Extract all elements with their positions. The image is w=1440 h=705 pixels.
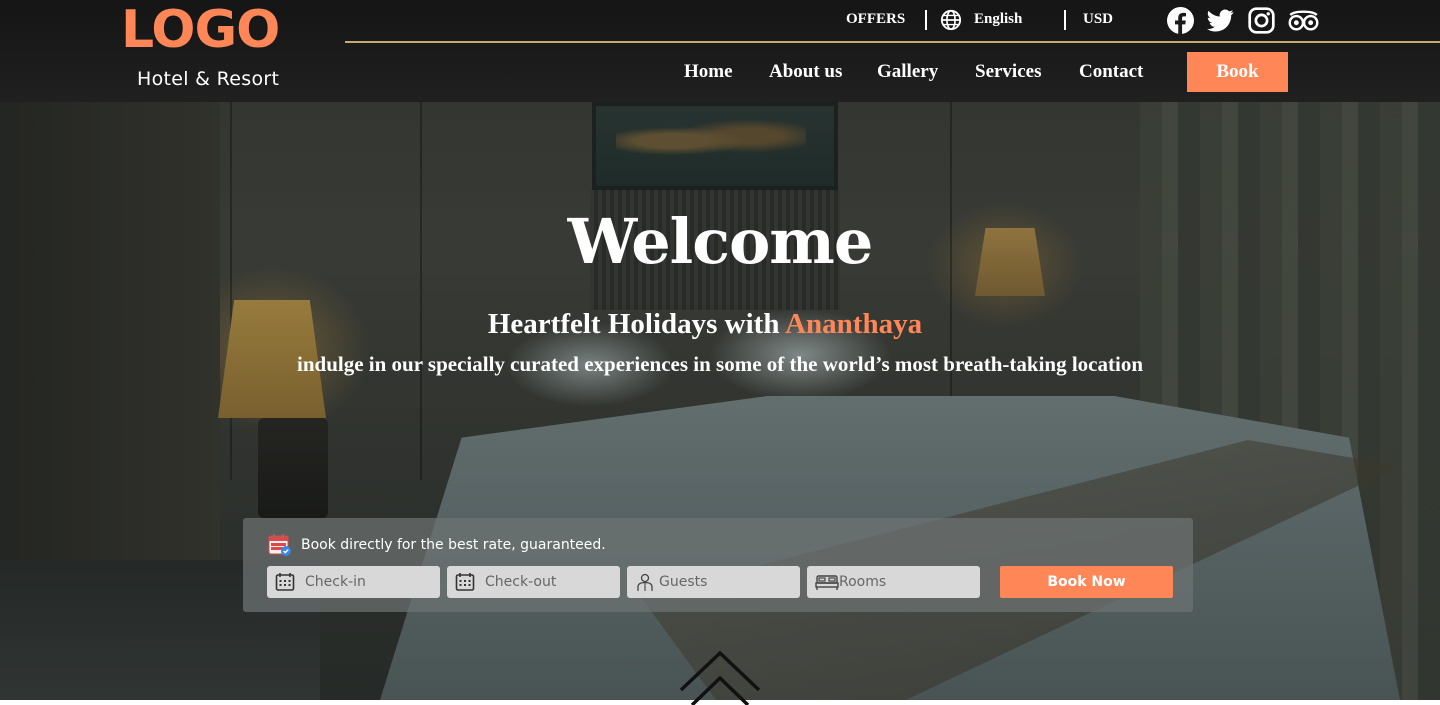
bed-icon [815,575,839,590]
nav-gallery[interactable]: Gallery [877,60,938,84]
header-divider [345,41,1440,43]
checkout-field[interactable]: Check-out [447,566,620,598]
guests-placeholder: Guests [659,574,708,590]
nav-contact[interactable]: Contact [1079,60,1143,84]
nav-home[interactable]: Home [684,60,733,84]
hero-tagline-prefix: Heartfelt Holidays with [487,308,786,340]
book-now-calendar-icon [268,534,291,556]
checkin-placeholder: Check-in [305,574,366,590]
calendar-icon [275,573,295,591]
twitter-icon[interactable] [1207,7,1234,34]
booking-promo-text: Book directly for the best rate, guarant… [301,537,606,553]
hero-subtitle: indulge in our specially curated experie… [297,352,1143,376]
nav-services[interactable]: Services [975,60,1041,84]
hero-tagline-brand: Ananthaya [785,308,923,340]
language-selector[interactable]: English [974,10,1022,28]
hero-title: Welcome [567,205,874,278]
rooms-placeholder: Rooms [839,574,887,590]
utility-separator [1064,10,1066,30]
logo[interactable]: LOGO [121,4,280,56]
header-book-button[interactable]: Book [1187,52,1288,92]
nav-about-us[interactable]: About us [769,60,842,84]
tripadvisor-icon[interactable] [1287,7,1320,34]
checkin-field[interactable]: Check-in [267,566,440,598]
book-now-button[interactable]: Book Now [1000,566,1173,598]
site-header: LOGO Hotel & Resort OFFERS English USD H… [0,0,1440,102]
globe-icon[interactable] [940,9,962,31]
guests-field[interactable]: Guests [627,566,800,598]
currency-selector[interactable]: USD [1083,10,1113,28]
person-icon [637,573,653,591]
facebook-icon[interactable] [1167,7,1194,34]
rooms-field[interactable]: Rooms [807,566,980,598]
offers-link[interactable]: OFFERS [846,10,905,28]
instagram-icon[interactable] [1248,7,1275,34]
hero-tagline: Heartfelt Holidays with Ananthaya [0,306,1410,342]
utility-separator [925,10,927,30]
scroll-up-chevron-icon[interactable] [679,650,761,705]
calendar-icon [455,573,475,591]
checkout-placeholder: Check-out [485,574,557,590]
logo-subtitle: Hotel & Resort [137,68,280,90]
